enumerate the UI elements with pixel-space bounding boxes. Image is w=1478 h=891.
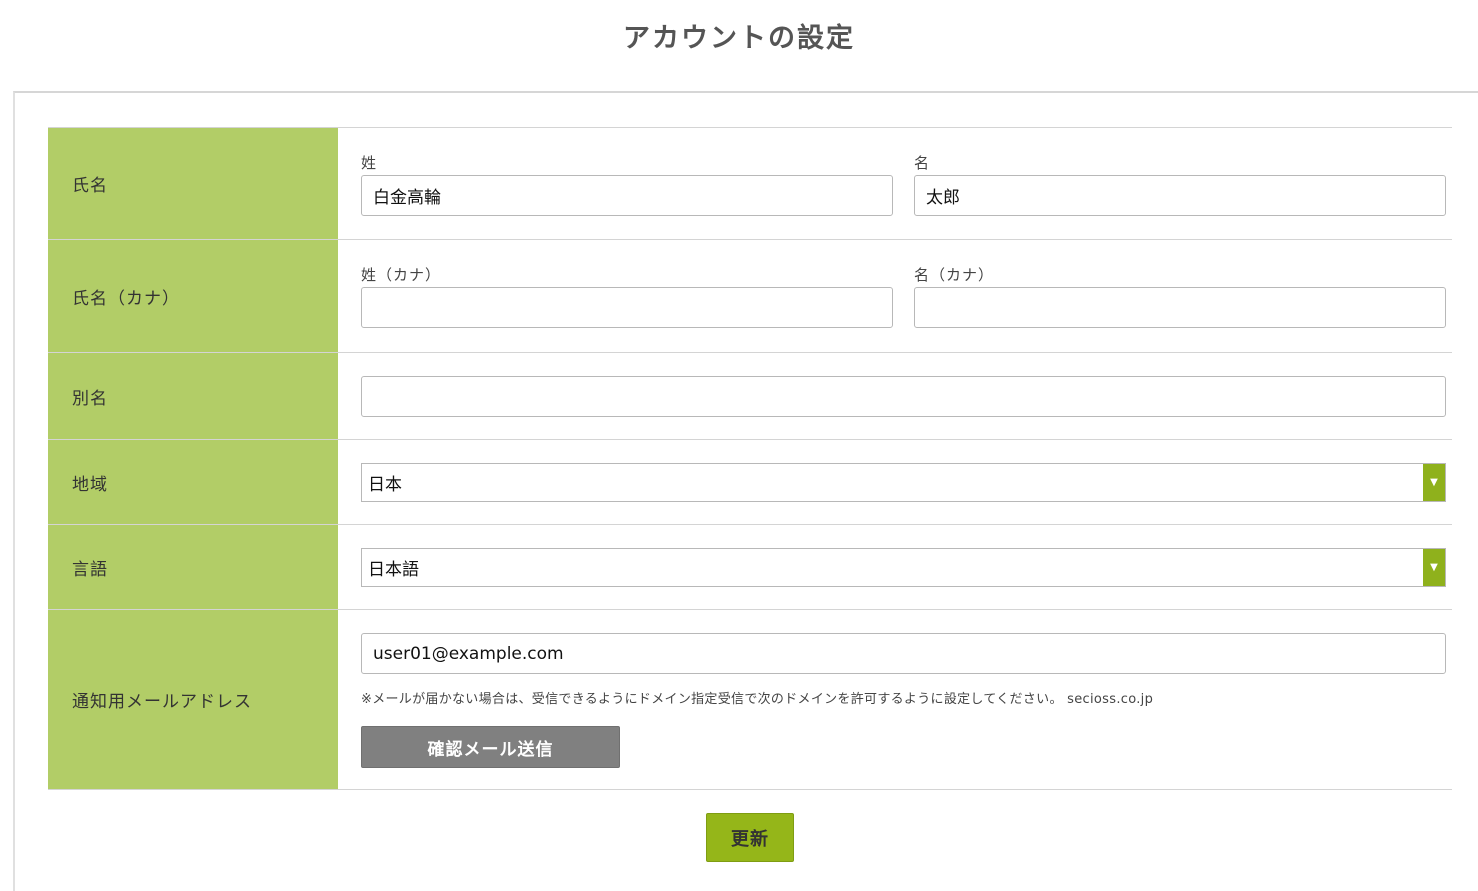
row-email: 通知用メールアドレス user01@example.com ※メールが届かない場… bbox=[48, 610, 1452, 790]
row-kana: 氏名（カナ） 姓（カナ） 名（カナ） bbox=[48, 240, 1452, 353]
page-title: アカウントの設定 bbox=[623, 23, 855, 54]
last-name-kana-label: 姓（カナ） bbox=[361, 266, 442, 284]
row-region: 地域 日本 ▼ bbox=[48, 440, 1452, 525]
last-name-input[interactable]: 白金高輪 bbox=[361, 175, 893, 216]
email-input[interactable]: user01@example.com bbox=[361, 633, 1446, 674]
row-alias: 別名 bbox=[48, 353, 1452, 440]
first-name-label: 名 bbox=[914, 154, 931, 172]
row-label-kana: 氏名（カナ） bbox=[48, 240, 338, 352]
row-content-region: 日本 ▼ bbox=[338, 440, 1452, 524]
row-language: 言語 日本語 ▼ bbox=[48, 525, 1452, 610]
region-selected-value: 日本 bbox=[368, 475, 402, 495]
last-name-field: 姓 白金高輪 bbox=[361, 152, 893, 216]
last-name-label: 姓 bbox=[361, 154, 378, 172]
chevron-down-icon[interactable]: ▼ bbox=[1423, 464, 1445, 501]
row-content-name: 姓 白金高輪 名 太郎 bbox=[338, 128, 1452, 239]
row-label-region: 地域 bbox=[48, 440, 338, 524]
language-select[interactable]: 日本語 ▼ bbox=[361, 548, 1446, 587]
row-name: 氏名 姓 白金高輪 名 太郎 bbox=[48, 128, 1452, 240]
region-select[interactable]: 日本 ▼ bbox=[361, 463, 1446, 502]
chevron-down-icon[interactable]: ▼ bbox=[1423, 549, 1445, 586]
alias-input[interactable] bbox=[361, 376, 1446, 417]
row-label-email: 通知用メールアドレス bbox=[48, 610, 338, 789]
row-content-email: user01@example.com ※メールが届かない場合は、受信できるように… bbox=[338, 610, 1452, 789]
first-name-kana-input[interactable] bbox=[914, 287, 1446, 328]
row-content-kana: 姓（カナ） 名（カナ） bbox=[338, 240, 1452, 352]
kana-fields: 姓（カナ） 名（カナ） bbox=[361, 264, 1446, 328]
language-selected-value: 日本語 bbox=[368, 560, 419, 580]
row-label-name: 氏名 bbox=[48, 128, 338, 239]
account-form: 氏名 姓 白金高輪 名 太郎 氏名（カナ） 姓（カナ） 名（カナ） 別名 地域 … bbox=[48, 127, 1452, 790]
row-label-alias: 別名 bbox=[48, 353, 338, 439]
row-content-language: 日本語 ▼ bbox=[338, 525, 1452, 609]
last-name-kana-field: 姓（カナ） bbox=[361, 264, 893, 328]
send-confirmation-button[interactable]: 確認メール送信 bbox=[361, 726, 620, 768]
row-content-alias bbox=[338, 353, 1452, 439]
update-button[interactable]: 更新 bbox=[706, 813, 794, 862]
first-name-input[interactable]: 太郎 bbox=[914, 175, 1446, 216]
first-name-kana-label: 名（カナ） bbox=[914, 266, 995, 284]
email-note: ※メールが届かない場合は、受信できるようにドメイン指定受信で次のドメインを許可す… bbox=[361, 692, 1154, 707]
first-name-field: 名 太郎 bbox=[914, 152, 1446, 216]
first-name-kana-field: 名（カナ） bbox=[914, 264, 1446, 328]
last-name-kana-input[interactable] bbox=[361, 287, 893, 328]
row-label-language: 言語 bbox=[48, 525, 338, 609]
name-fields: 姓 白金高輪 名 太郎 bbox=[361, 152, 1446, 216]
